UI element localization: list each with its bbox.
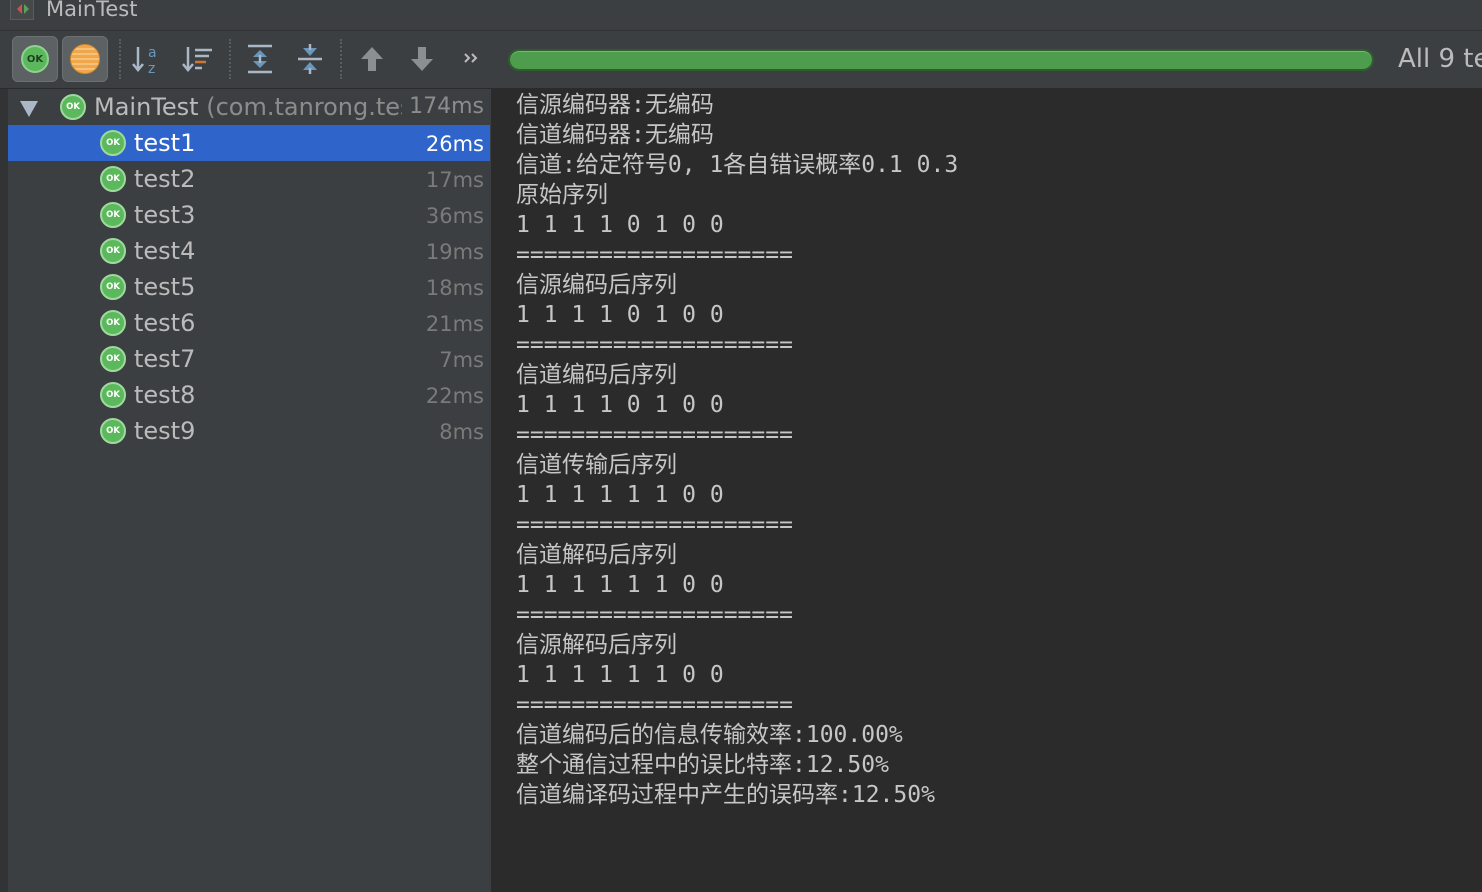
expand-all-icon[interactable] <box>242 41 278 77</box>
test-progress-fill <box>510 51 1372 69</box>
console-line: ==================== <box>516 512 793 538</box>
console-line: 信道编码器:无编码 <box>516 122 714 148</box>
show-ignored-button[interactable] <box>62 36 108 82</box>
ok-status-icon: OK <box>100 274 126 300</box>
test-name: test3 <box>134 201 196 229</box>
tree-root-row[interactable]: OK MainTest (com.tanrong.tes 174ms <box>8 89 490 125</box>
ok-status-icon: OK <box>60 94 86 120</box>
test-progress-bar <box>508 49 1374 71</box>
sort-by-duration-icon[interactable] <box>180 41 216 77</box>
test-row[interactable]: OK test6 21ms <box>8 305 490 341</box>
console-line: 信道解码后序列 <box>516 542 677 568</box>
ok-status-icon: OK <box>100 382 126 408</box>
sort-alphabetically-icon[interactable]: a z <box>130 41 166 77</box>
console-line: 信道编码后的信息传输效率:100.00% <box>516 722 903 748</box>
next-failed-test-icon[interactable] <box>404 41 440 77</box>
console-line: 1 1 1 1 1 1 0 0 <box>516 482 724 508</box>
toolbar-separator <box>119 39 121 79</box>
test-row[interactable]: OK test3 36ms <box>8 197 490 233</box>
window-title: MainTest <box>46 0 138 21</box>
console-line: 信源解码后序列 <box>516 632 677 658</box>
expand-triangle-icon[interactable] <box>20 101 38 117</box>
test-row[interactable]: OK test2 17ms <box>8 161 490 197</box>
console-line: 信道:给定符号0, 1各自错误概率0.1 0.3 <box>516 152 959 178</box>
test-results-tree[interactable]: OK MainTest (com.tanrong.tes 174ms OK tes… <box>0 89 492 892</box>
svg-text:z: z <box>148 61 155 77</box>
ok-status-icon: OK <box>100 418 126 444</box>
test-name: test6 <box>134 309 196 337</box>
test-name: test8 <box>134 381 196 409</box>
console-line: 信道编码后序列 <box>516 362 677 388</box>
ok-icon: OK <box>21 45 49 73</box>
ok-status-icon: OK <box>100 202 126 228</box>
svg-text:a: a <box>148 45 157 61</box>
test-duration: 8ms <box>439 420 484 444</box>
ok-status-icon: OK <box>100 238 126 264</box>
toolbar-separator <box>229 39 231 79</box>
console-line: ==================== <box>516 692 793 718</box>
console-line: ==================== <box>516 332 793 358</box>
ok-status-icon: OK <box>100 130 126 156</box>
console-output[interactable]: 信源编码器:无编码 信道编码器:无编码信道:给定符号0, 1各自错误概率0.1 0… <box>492 89 1482 892</box>
test-duration: 26ms <box>425 132 484 156</box>
console-line: 信道传输后序列 <box>516 452 677 478</box>
test-row[interactable]: OK test4 19ms <box>8 233 490 269</box>
test-duration: 36ms <box>425 204 484 228</box>
collapse-all-icon[interactable] <box>292 41 328 77</box>
test-name: test7 <box>134 345 196 373</box>
test-row[interactable]: OK test5 18ms <box>8 269 490 305</box>
test-row[interactable]: OK test7 7ms <box>8 341 490 377</box>
console-line: 1 1 1 1 0 1 0 0 <box>516 212 724 238</box>
test-duration: 22ms <box>425 384 484 408</box>
test-summary-label: All 9 te <box>1398 44 1482 74</box>
more-actions-chevron-icon[interactable] <box>455 41 491 77</box>
test-name: test5 <box>134 273 196 301</box>
test-duration: 18ms <box>425 276 484 300</box>
test-name: test2 <box>134 165 196 193</box>
console-line: 1 1 1 1 1 1 0 0 <box>516 662 724 688</box>
ok-status-icon: OK <box>100 346 126 372</box>
ignored-icon <box>70 44 100 74</box>
run-window-icon[interactable] <box>10 0 34 20</box>
test-duration: 7ms <box>439 348 484 372</box>
ok-status-icon: OK <box>100 310 126 336</box>
test-row[interactable]: OK test9 8ms <box>8 413 490 449</box>
test-duration: 19ms <box>425 240 484 264</box>
toolbar-separator <box>340 39 342 79</box>
suite-package: (com.tanrong.tes <box>206 93 402 121</box>
test-name: test9 <box>134 417 196 445</box>
suite-duration: 174ms <box>409 94 484 119</box>
console-line: 1 1 1 1 0 1 0 0 <box>516 392 724 418</box>
test-duration: 17ms <box>425 168 484 192</box>
console-line: 信源编码器:无编码 <box>516 92 714 118</box>
test-name: test1 <box>134 129 196 157</box>
test-row[interactable]: OK test8 22ms <box>8 377 490 413</box>
show-passed-button[interactable]: OK <box>12 36 58 82</box>
previous-failed-test-icon[interactable] <box>354 41 390 77</box>
title-bar: MainTest <box>0 0 1482 31</box>
tree-gutter <box>0 89 8 892</box>
console-line: 信源编码后序列 <box>516 272 677 298</box>
test-duration: 21ms <box>425 312 484 336</box>
test-name: test4 <box>134 237 196 265</box>
console-line: ==================== <box>516 422 793 448</box>
root-suite-label: MainTest (com.tanrong.tes <box>94 91 402 123</box>
console-line: 原始序列 <box>516 182 608 208</box>
console-line: ==================== <box>516 242 793 268</box>
console-line: ==================== <box>516 602 793 628</box>
console-line: 1 1 1 1 1 1 0 0 <box>516 572 724 598</box>
test-row[interactable]: OK test1 26ms <box>8 125 490 161</box>
console-line: 整个通信过程中的误比特率:12.50% <box>516 752 889 778</box>
ok-status-icon: OK <box>100 166 126 192</box>
console-line: 1 1 1 1 0 1 0 0 <box>516 302 724 328</box>
console-line: 信道编译码过程中产生的误码率:12.50% <box>516 782 935 808</box>
test-runner-toolbar: OK a z All 9 te <box>0 31 1482 89</box>
suite-name: MainTest <box>94 93 199 121</box>
